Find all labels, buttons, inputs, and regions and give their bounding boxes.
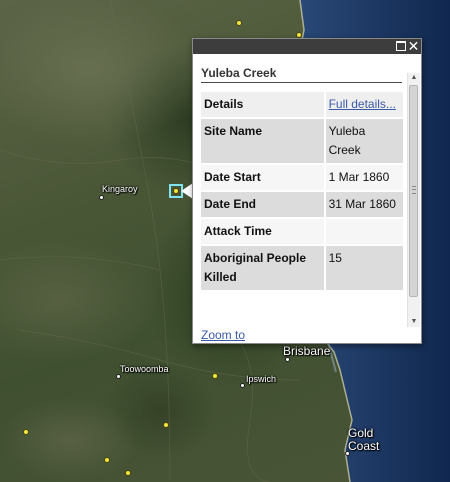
place-gold-coast: Gold Coast: [348, 427, 388, 453]
full-details-link[interactable]: Full details...: [329, 97, 396, 111]
row-value: 31 Mar 1860: [323, 192, 403, 217]
close-icon[interactable]: ✕: [407, 39, 420, 53]
place-kingaroy: Kingaroy: [102, 184, 138, 194]
place-gold-coast-label: Gold Coast: [348, 426, 380, 453]
table-row: Date Start 1 Mar 1860: [201, 165, 403, 190]
zoom-to-link[interactable]: Zoom to: [201, 328, 245, 342]
scroll-down-arrow-icon[interactable]: ▼: [408, 317, 420, 327]
maximize-icon[interactable]: [394, 40, 407, 53]
table-row: Details Full details...: [201, 92, 403, 117]
popup-titlebar: ✕: [193, 39, 421, 54]
row-value: Full details...: [323, 92, 403, 117]
site-marker[interactable]: [163, 422, 169, 428]
town-dot-ipswich: [240, 383, 245, 388]
site-marker[interactable]: [125, 470, 131, 476]
popup-scrollbar[interactable]: ▲ ▼: [407, 73, 420, 327]
row-key: Aboriginal People Killed: [201, 246, 324, 290]
title-divider: [201, 82, 402, 83]
row-value: 15: [323, 246, 403, 290]
table-row: Site Name Yuleba Creek: [201, 119, 403, 163]
row-value: [323, 219, 403, 244]
grip-icon: [412, 186, 416, 194]
site-marker-yuleba-creek[interactable]: [173, 188, 179, 194]
place-toowoomba: Toowoomba: [120, 364, 169, 374]
scroll-thumb[interactable]: [409, 85, 418, 297]
place-brisbane: Brisbane: [283, 344, 331, 358]
site-marker[interactable]: [23, 429, 29, 435]
town-dot-toowoomba: [116, 374, 121, 379]
attribute-table: Details Full details... Site Name Yuleba…: [201, 90, 403, 292]
popup-title: Yuleba Creek: [201, 66, 277, 80]
scroll-up-arrow-icon[interactable]: ▲: [408, 73, 420, 83]
row-key: Details: [201, 92, 324, 117]
info-popup: ✕ Yuleba Creek Details Full details... S…: [192, 38, 422, 344]
site-marker[interactable]: [236, 20, 242, 26]
table-row: Date End 31 Mar 1860: [201, 192, 403, 217]
popup-content: Details Full details... Site Name Yuleba…: [201, 90, 405, 323]
site-marker[interactable]: [212, 373, 218, 379]
place-ipswich: Ipswich: [246, 374, 277, 384]
row-key: Date End: [201, 192, 324, 217]
site-marker[interactable]: [104, 457, 110, 463]
row-key: Date Start: [201, 165, 324, 190]
row-value: 1 Mar 1860: [323, 165, 403, 190]
town-dot-kingaroy: [99, 195, 104, 200]
table-row: Attack Time: [201, 219, 403, 244]
row-key: Attack Time: [201, 219, 324, 244]
row-key: Site Name: [201, 119, 324, 163]
row-value: Yuleba Creek: [323, 119, 403, 163]
table-row: Aboriginal People Killed 15: [201, 246, 403, 290]
